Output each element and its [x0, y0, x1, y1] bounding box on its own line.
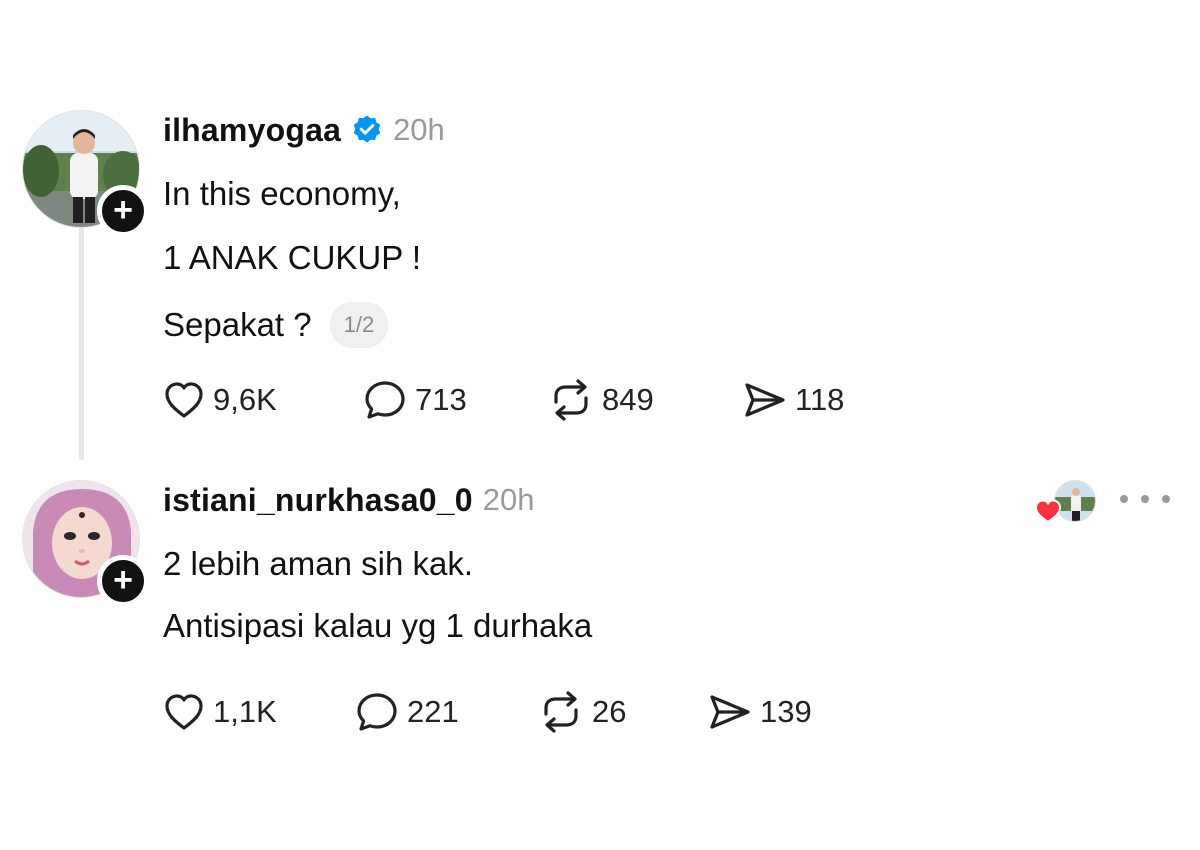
reply-button[interactable]: 221	[355, 691, 538, 733]
comment-icon	[365, 381, 405, 419]
share-icon	[710, 695, 750, 729]
repost-icon	[554, 379, 588, 421]
post-text: Sepakat ?	[163, 306, 312, 343]
post-text-line: Antisipasi kalau yg 1 durhaka	[163, 607, 593, 644]
share-count: 139	[760, 694, 812, 729]
thread-reply-post[interactable]: + istiani_nurkhasa0_0 20h 2 lebih aman s…	[0, 478, 1200, 758]
threads-page: + ilhamyogaa 20h In this economy, 1 ANAK…	[0, 0, 1200, 850]
share-button[interactable]: 139	[708, 692, 812, 732]
comment-icon	[357, 693, 397, 731]
plus-icon: +	[113, 191, 133, 229]
reply-button[interactable]: 713	[363, 379, 548, 421]
post-content: ilhamyogaa 20h In this economy, 1 ANAK C…	[163, 108, 1200, 348]
follow-plus-button[interactable]: +	[97, 185, 149, 237]
post-text-line: In this economy,	[163, 175, 401, 212]
share-count: 118	[795, 382, 845, 417]
share-button[interactable]: 118	[743, 380, 844, 420]
reply-count: 221	[407, 694, 459, 729]
reply-count: 713	[415, 382, 467, 417]
post-actions: 9,6K 713 849 118	[163, 378, 844, 422]
heart-icon	[165, 382, 203, 418]
heart-icon	[1034, 499, 1062, 524]
post-timestamp: 20h	[482, 482, 535, 517]
author-avatar-wrapper[interactable]: +	[22, 110, 149, 237]
more-options-button[interactable]	[1120, 484, 1170, 514]
like-button[interactable]: 1,1K	[163, 692, 355, 732]
post-text-line: Sepakat ? 1/2	[163, 302, 1200, 348]
post-header: ilhamyogaa 20h	[163, 108, 1200, 152]
like-button[interactable]: 9,6K	[163, 380, 363, 420]
repost-count: 849	[602, 382, 654, 417]
repost-count: 26	[592, 694, 627, 729]
username[interactable]: ilhamyogaa	[163, 112, 341, 149]
like-count: 9,6K	[213, 382, 277, 417]
repost-button[interactable]: 849	[548, 378, 743, 422]
more-icon	[1120, 495, 1128, 503]
post-actions: 1,1K 221 26 139	[163, 690, 812, 734]
more-icon	[1162, 495, 1170, 503]
post-timestamp: 20h	[393, 112, 445, 147]
like-count: 1,1K	[213, 694, 277, 729]
thread-post[interactable]: + ilhamyogaa 20h In this economy, 1 ANAK…	[0, 108, 1200, 438]
plus-icon: +	[113, 561, 133, 599]
follow-plus-button[interactable]: +	[97, 555, 149, 607]
post-text-line: 2 lebih aman sih kak.	[163, 545, 474, 582]
liked-by-creator-indicator	[1034, 478, 1100, 528]
username[interactable]: istiani_nurkhasa0_0	[163, 482, 473, 519]
heart-icon	[165, 694, 203, 730]
repost-icon	[544, 691, 578, 733]
repost-button[interactable]: 26	[538, 690, 708, 734]
verified-badge-icon	[351, 114, 383, 146]
author-avatar-wrapper[interactable]: +	[22, 480, 149, 607]
share-icon	[745, 383, 785, 417]
thread-pager-badge[interactable]: 1/2	[329, 302, 389, 348]
more-icon	[1141, 495, 1149, 503]
post-text-line: 1 ANAK CUKUP !	[163, 239, 421, 276]
